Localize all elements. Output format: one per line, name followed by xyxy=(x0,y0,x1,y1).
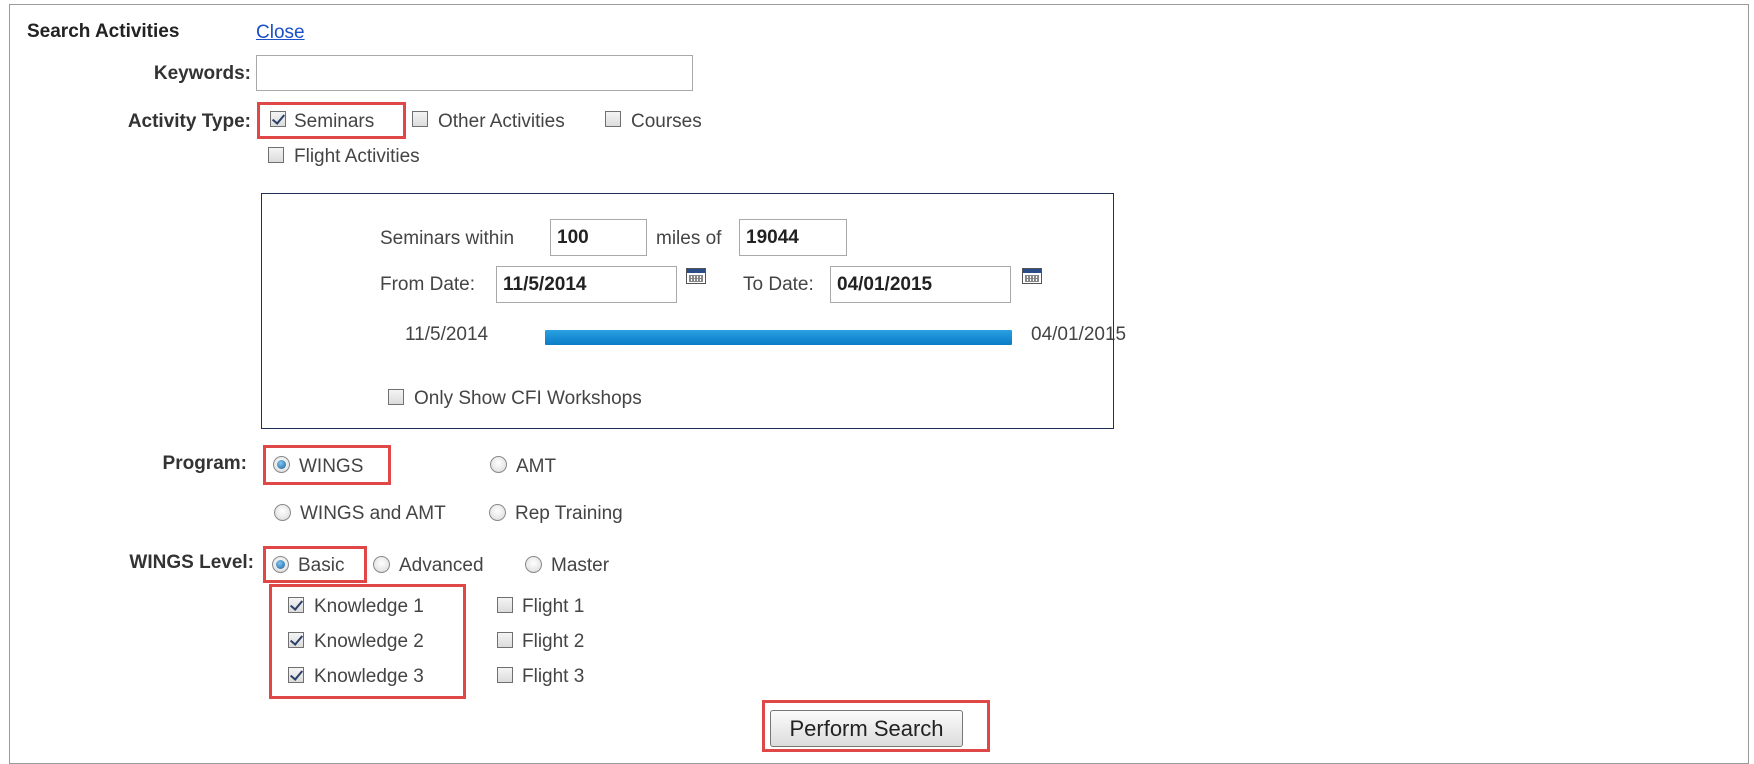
distance-input[interactable] xyxy=(550,219,647,256)
knowledge-3-label: Knowledge 3 xyxy=(314,666,424,687)
advanced-option-label: Advanced xyxy=(399,555,484,576)
to-date-input[interactable] xyxy=(830,266,1011,303)
close-link[interactable]: Close xyxy=(256,22,305,44)
wings-and-amt-option-label: WINGS and AMT xyxy=(300,503,446,524)
amt-option-label: AMT xyxy=(516,456,557,477)
wings-level-label: WINGS Level: xyxy=(129,552,254,573)
knowledge-2-checkbox[interactable] xyxy=(288,632,304,648)
courses-option-label: Courses xyxy=(631,111,702,132)
basic-option-label: Basic xyxy=(298,555,345,576)
keywords-input[interactable] xyxy=(256,55,693,91)
zip-input[interactable] xyxy=(739,219,847,256)
flight-1-label: Flight 1 xyxy=(522,596,585,617)
wings-and-amt-radio[interactable] xyxy=(274,504,291,521)
range-end-label: 04/01/2015 xyxy=(1031,324,1127,345)
perform-search-button[interactable]: Perform Search xyxy=(770,710,963,747)
wings-radio[interactable] xyxy=(273,456,290,473)
cfi-workshops-checkbox[interactable] xyxy=(388,389,404,405)
knowledge-1-label: Knowledge 1 xyxy=(314,596,424,617)
other-activities-option-label: Other Activities xyxy=(438,111,565,132)
master-radio[interactable] xyxy=(525,556,542,573)
wings-option-label: WINGS xyxy=(299,456,364,477)
knowledge-3-checkbox[interactable] xyxy=(288,667,304,683)
knowledge-2-label: Knowledge 2 xyxy=(314,631,424,652)
keywords-label: Keywords: xyxy=(153,63,251,84)
range-start-label: 11/5/2014 xyxy=(405,324,489,345)
activity-type-label: Activity Type: xyxy=(127,111,251,132)
flight-3-checkbox[interactable] xyxy=(497,667,513,683)
rep-training-radio[interactable] xyxy=(489,504,506,521)
date-range-slider[interactable] xyxy=(545,330,1012,345)
cfi-workshops-label: Only Show CFI Workshops xyxy=(414,388,642,409)
flight-activities-checkbox[interactable] xyxy=(268,147,284,163)
flight-2-label: Flight 2 xyxy=(522,631,585,652)
to-date-label: To Date: xyxy=(743,274,814,295)
to-date-calendar-icon[interactable] xyxy=(1022,268,1042,284)
courses-checkbox[interactable] xyxy=(605,111,621,127)
miles-of-label: miles of xyxy=(656,228,722,249)
seminars-within-label: Seminars within xyxy=(380,228,515,249)
program-label: Program: xyxy=(162,453,247,474)
flight-1-checkbox[interactable] xyxy=(497,597,513,613)
from-date-input[interactable] xyxy=(496,266,677,303)
rep-training-option-label: Rep Training xyxy=(515,503,623,524)
basic-radio[interactable] xyxy=(272,556,289,573)
amt-radio[interactable] xyxy=(490,456,507,473)
other-activities-checkbox[interactable] xyxy=(412,111,428,127)
seminars-option-label: Seminars xyxy=(294,111,375,132)
flight-activities-option-label: Flight Activities xyxy=(294,146,420,167)
advanced-radio[interactable] xyxy=(373,556,390,573)
seminars-checkbox[interactable] xyxy=(270,111,286,127)
knowledge-1-checkbox[interactable] xyxy=(288,597,304,613)
from-date-calendar-icon[interactable] xyxy=(686,268,706,284)
flight-2-checkbox[interactable] xyxy=(497,632,513,648)
flight-3-label: Flight 3 xyxy=(522,666,585,687)
master-option-label: Master xyxy=(551,555,610,576)
from-date-label: From Date: xyxy=(380,274,476,295)
page-title: Search Activities xyxy=(27,21,180,42)
